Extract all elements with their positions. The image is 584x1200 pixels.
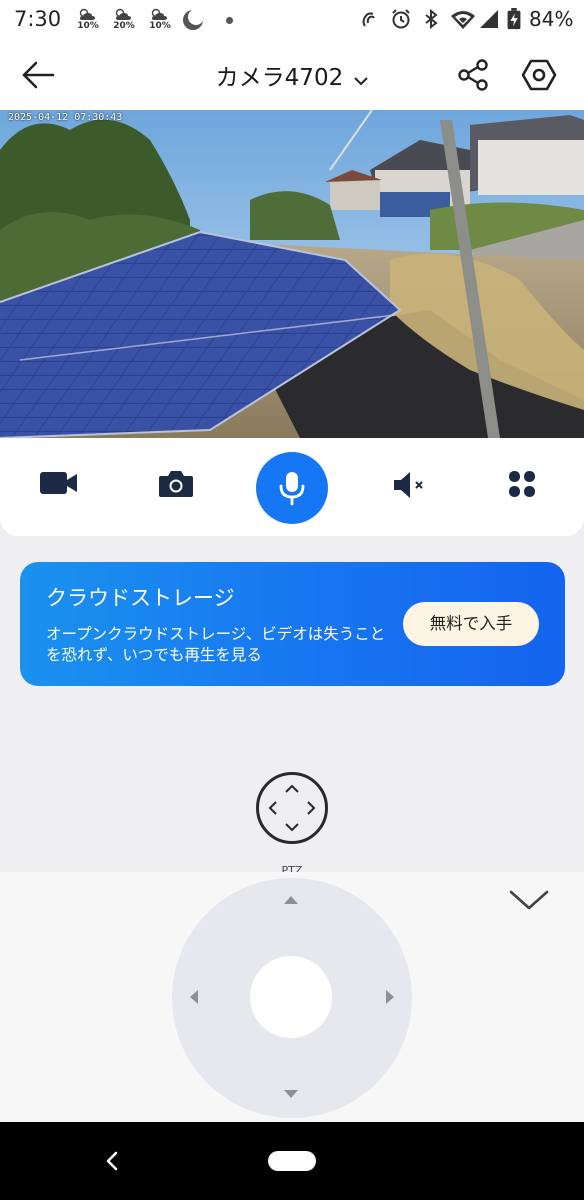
weather-item: 10% [146, 6, 174, 34]
weather-item: 10% [74, 6, 102, 34]
moon-icon [183, 9, 204, 30]
page-title: カメラ4702 [215, 65, 344, 91]
settings-hexagon-icon[interactable] [520, 56, 558, 94]
arrow-up-icon[interactable] [284, 896, 298, 904]
cloudy-sun-icon [115, 8, 131, 20]
arrow-down-icon[interactable] [284, 1090, 298, 1098]
banner-description: オープンクラウドストレージ、ビデオは失うことを恐れず、いつでも再生を見る [46, 625, 386, 664]
wifi-icon [451, 11, 475, 29]
alarm-icon [392, 9, 410, 29]
arrow-left-icon[interactable] [190, 990, 198, 1004]
nfc-icon [362, 12, 375, 27]
share-icon[interactable] [456, 57, 492, 93]
battery-percent: 84% [529, 7, 574, 31]
record-button[interactable] [22, 452, 94, 524]
camera-live-view[interactable]: 2025-04-12 07:30:43 [0, 110, 584, 438]
arrow-right-icon[interactable] [386, 990, 394, 1004]
status-bar: 7:30 10% 20% 10% 84% [0, 0, 584, 40]
more-grid-icon [509, 471, 535, 497]
more-button[interactable] [490, 452, 562, 524]
snapshot-button[interactable] [140, 452, 212, 524]
camera-title-selector[interactable]: カメラ4702 [0, 58, 584, 92]
banner-title: クラウドストレージ [46, 586, 235, 610]
cloud-storage-banner[interactable]: クラウドストレージ オープンクラウドストレージ、ビデオは失うことを恐れず、いつで… [20, 562, 565, 686]
notification-dot [226, 17, 233, 24]
cloudy-sun-icon [79, 8, 95, 20]
ptz-toggle-button[interactable] [256, 772, 328, 844]
weather-percent: 20% [113, 21, 135, 31]
camera-control-bar [0, 438, 584, 536]
camera-scene [0, 110, 584, 438]
record-video-icon [40, 472, 77, 494]
nav-back-icon[interactable] [100, 1149, 124, 1173]
bluetooth-icon [425, 8, 438, 30]
battery-charging-icon [507, 8, 521, 30]
joystick-knob[interactable] [250, 956, 332, 1038]
weather-percent: 10% [77, 21, 99, 31]
chevron-down-icon [354, 76, 369, 85]
system-nav-bar [0, 1122, 584, 1200]
signal-icon [480, 10, 498, 28]
chevron-down-icon[interactable] [508, 886, 550, 914]
speaker-muted-icon [394, 472, 423, 498]
weather-item: 20% [110, 6, 138, 34]
snapshot-camera-icon [159, 471, 193, 497]
status-time: 7:30 [14, 7, 62, 31]
osd-timestamp: 2025-04-12 07:30:43 [8, 112, 123, 123]
ptz-joystick[interactable] [172, 878, 412, 1118]
ptz-direction-icon [268, 784, 316, 832]
app-header: カメラ4702 [0, 40, 584, 110]
weather-percent: 10% [149, 21, 171, 31]
talk-button[interactable] [256, 452, 328, 524]
microphone-icon [279, 472, 305, 506]
get-free-button[interactable]: 無料で入手 [403, 602, 539, 646]
nav-home-pill[interactable] [268, 1151, 316, 1171]
mute-button[interactable] [374, 452, 446, 524]
ptz-panel [0, 872, 584, 1122]
cloudy-sun-icon [151, 8, 167, 20]
